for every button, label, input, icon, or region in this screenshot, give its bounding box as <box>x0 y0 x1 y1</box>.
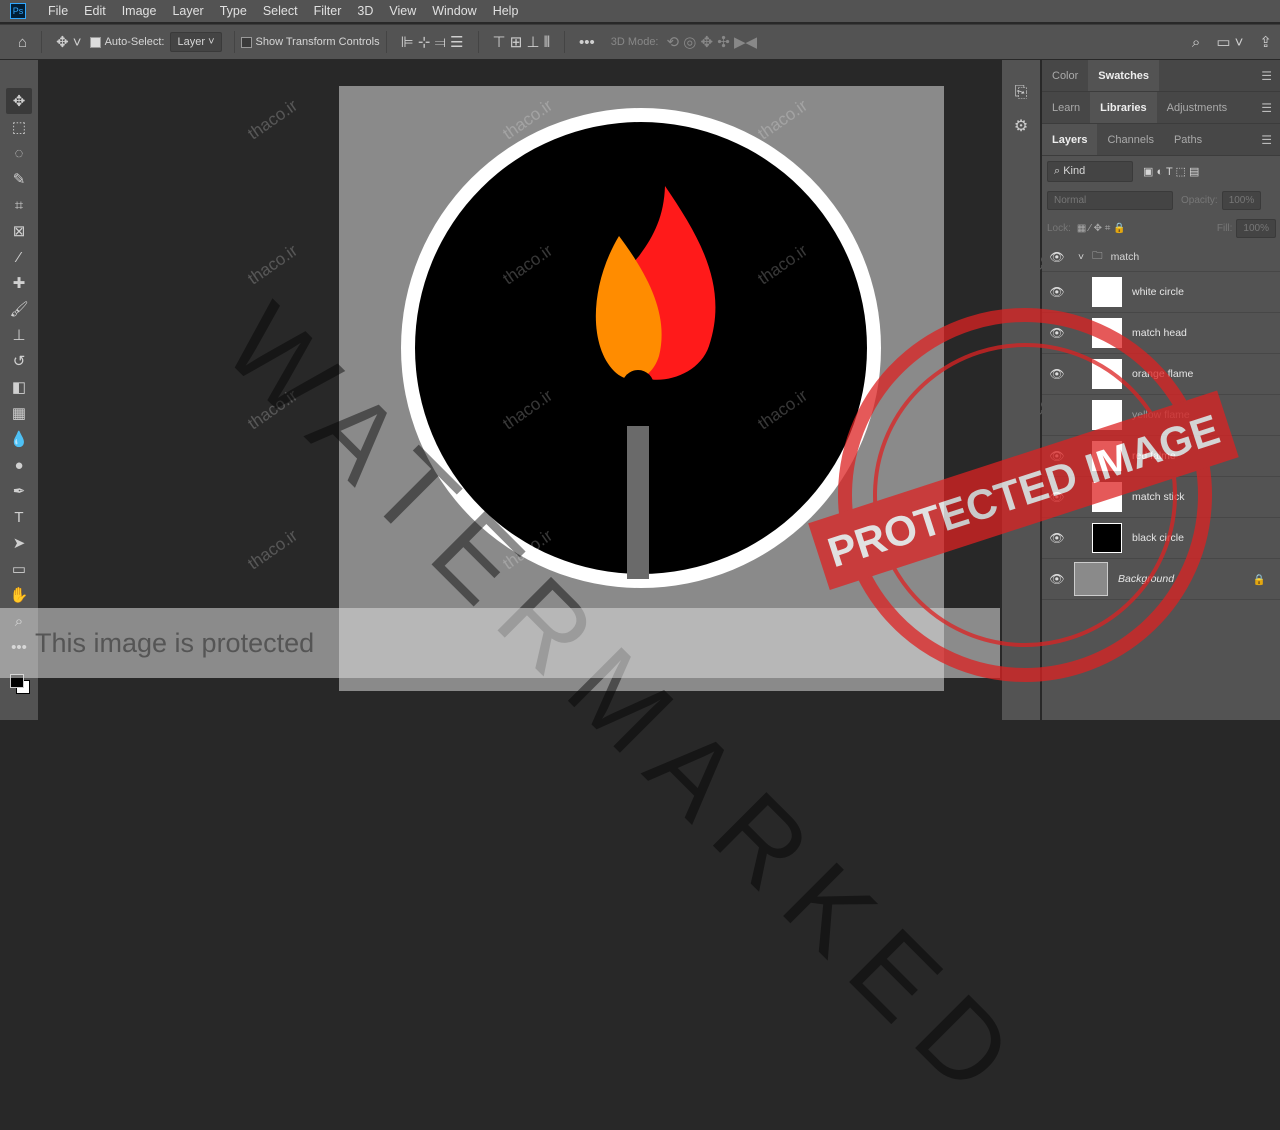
move-tool-icon[interactable]: ✥ <box>6 88 32 114</box>
lock-icons[interactable]: ▦ ⁄ ✥ ⌗ 🔒 <box>1077 223 1126 234</box>
type-tool-icon[interactable]: T <box>6 504 32 530</box>
history-brush-icon[interactable]: ↺ <box>6 348 32 374</box>
3d-tools-icons[interactable]: ⟲ ◎ ✥ ✣ ▶◀ <box>667 33 758 51</box>
menu-select[interactable]: Select <box>255 4 306 18</box>
menu-filter[interactable]: Filter <box>306 4 350 18</box>
eraser-tool-icon[interactable]: ◧ <box>6 374 32 400</box>
crop-tool-icon[interactable]: ⌗ <box>6 192 32 218</box>
lock-label: Lock: <box>1047 222 1071 234</box>
tab-libraries[interactable]: Libraries <box>1090 92 1157 123</box>
chevron-down-icon[interactable]: ˅ <box>1078 251 1084 263</box>
menu-help[interactable]: Help <box>485 4 527 18</box>
lock-icon: 🔒 <box>1252 573 1266 586</box>
fill-label: Fill: <box>1216 222 1233 234</box>
properties-panel-icon[interactable]: ⚙ <box>1002 116 1040 136</box>
photoshop-logo: Ps <box>10 3 26 19</box>
auto-select-value: Layer <box>177 36 206 48</box>
menu-layer[interactable]: Layer <box>164 4 211 18</box>
3d-mode-label: 3D Mode: <box>610 36 659 48</box>
filter-kind-value: Kind <box>1063 164 1086 177</box>
menu-bar: Ps File Edit Image Layer Type Select Fil… <box>0 0 1280 22</box>
layer-name: match <box>1110 250 1140 263</box>
menu-type[interactable]: Type <box>212 4 255 18</box>
tab-channels[interactable]: Channels <box>1097 124 1163 155</box>
layer-group-match[interactable]: 👁 ˅ 🗀 match <box>1042 242 1280 272</box>
healing-tool-icon[interactable]: ✚ <box>6 270 32 296</box>
dodge-tool-icon[interactable]: ● <box>6 452 32 478</box>
align-icons[interactable]: ⊫ ⊹ ⫤ ☰ <box>401 33 464 51</box>
tab-paths[interactable]: Paths <box>1164 124 1212 155</box>
show-transform-checkbox[interactable]: Show Transform Controls <box>240 36 380 48</box>
tab-learn[interactable]: Learn <box>1042 92 1090 123</box>
auto-select-dropdown[interactable]: Layer ˅ <box>170 32 222 52</box>
libraries-tabs: Learn Libraries Adjustments ☰ <box>1042 92 1280 124</box>
rectangle-tool-icon[interactable]: ▭ <box>6 556 32 582</box>
home-icon[interactable]: ⌂ <box>18 34 27 51</box>
menu-3d[interactable]: 3D <box>349 4 381 18</box>
quick-select-tool-icon[interactable]: ✎ <box>6 166 32 192</box>
panel-menu-icon[interactable]: ☰ <box>1261 133 1272 147</box>
path-select-icon[interactable]: ➤ <box>6 530 32 556</box>
eye-icon[interactable]: 👁 <box>1042 250 1072 264</box>
layer-filter-icons[interactable]: ▣ ◐ T ⬚ ▤ <box>1143 165 1199 178</box>
pen-tool-icon[interactable]: ✒ <box>6 478 32 504</box>
options-bar: ⌂ ✥ ˅ Auto-Select: Layer ˅ Show Transfor… <box>0 24 1280 59</box>
tab-swatches[interactable]: Swatches <box>1088 60 1160 91</box>
watermark: thaco.ir <box>244 95 301 144</box>
tab-layers[interactable]: Layers <box>1042 124 1098 155</box>
blend-mode-dropdown[interactable]: Normal <box>1047 190 1173 210</box>
filter-kind-dropdown[interactable]: ⌕ Kind <box>1047 160 1133 182</box>
opacity-label: Opacity: <box>1181 194 1218 206</box>
tab-adjustments[interactable]: Adjustments <box>1157 92 1238 123</box>
layers-tabs: Layers Channels Paths ☰ <box>1042 124 1280 156</box>
menu-view[interactable]: View <box>381 4 424 18</box>
menu-edit[interactable]: Edit <box>76 4 114 18</box>
protected-stamp: PROTECTED IMAGE <box>808 308 1239 682</box>
blur-tool-icon[interactable]: 💧 <box>6 426 32 452</box>
tab-color[interactable]: Color <box>1042 60 1088 91</box>
auto-select-label: Auto-Select: <box>104 36 165 48</box>
move-tool-icon[interactable]: ✥ ˅ <box>56 33 82 51</box>
marquee-tool-icon[interactable]: ⬚ <box>6 114 32 140</box>
eyedropper-tool-icon[interactable]: ⁄ <box>6 244 32 270</box>
brush-tool-icon[interactable]: 🖌 <box>6 296 32 322</box>
menu-file[interactable]: File <box>40 4 76 18</box>
menu-image[interactable]: Image <box>114 4 165 18</box>
match-stick <box>627 424 649 579</box>
watermark: thaco.ir <box>244 525 301 574</box>
search-icon[interactable]: ⌕ <box>1192 34 1200 51</box>
workspace-icon[interactable]: ▭ ˅ <box>1216 33 1243 51</box>
distribute-icons[interactable]: ⊤ ⊞ ⊥ ⫴ <box>493 33 551 51</box>
hand-tool-icon[interactable]: ✋ <box>6 582 32 608</box>
lasso-tool-icon[interactable]: ◌ <box>6 140 32 166</box>
show-transform-label: Show Transform Controls <box>255 36 380 48</box>
history-panel-icon[interactable]: ⎘ <box>1002 84 1040 102</box>
menu-window[interactable]: Window <box>424 4 484 18</box>
banner-text: This image is protected <box>35 627 315 658</box>
auto-select-checkbox[interactable]: Auto-Select: <box>89 36 165 48</box>
gradient-tool-icon[interactable]: ▦ <box>6 400 32 426</box>
panel-menu-icon[interactable]: ☰ <box>1261 69 1272 83</box>
frame-tool-icon[interactable]: ⊠ <box>6 218 32 244</box>
fill-field[interactable]: 100% <box>1236 218 1276 238</box>
opacity-field[interactable]: 100% <box>1221 190 1262 210</box>
folder-icon: 🗀 <box>1092 249 1103 262</box>
more-icon[interactable]: ••• <box>579 34 595 51</box>
share-icon[interactable]: ⇪ <box>1259 33 1272 51</box>
panel-menu-icon[interactable]: ☰ <box>1261 101 1272 115</box>
stamp-tool-icon[interactable]: ⊥ <box>6 322 32 348</box>
color-swatches-tabs: Color Swatches ☰ <box>1042 60 1280 92</box>
